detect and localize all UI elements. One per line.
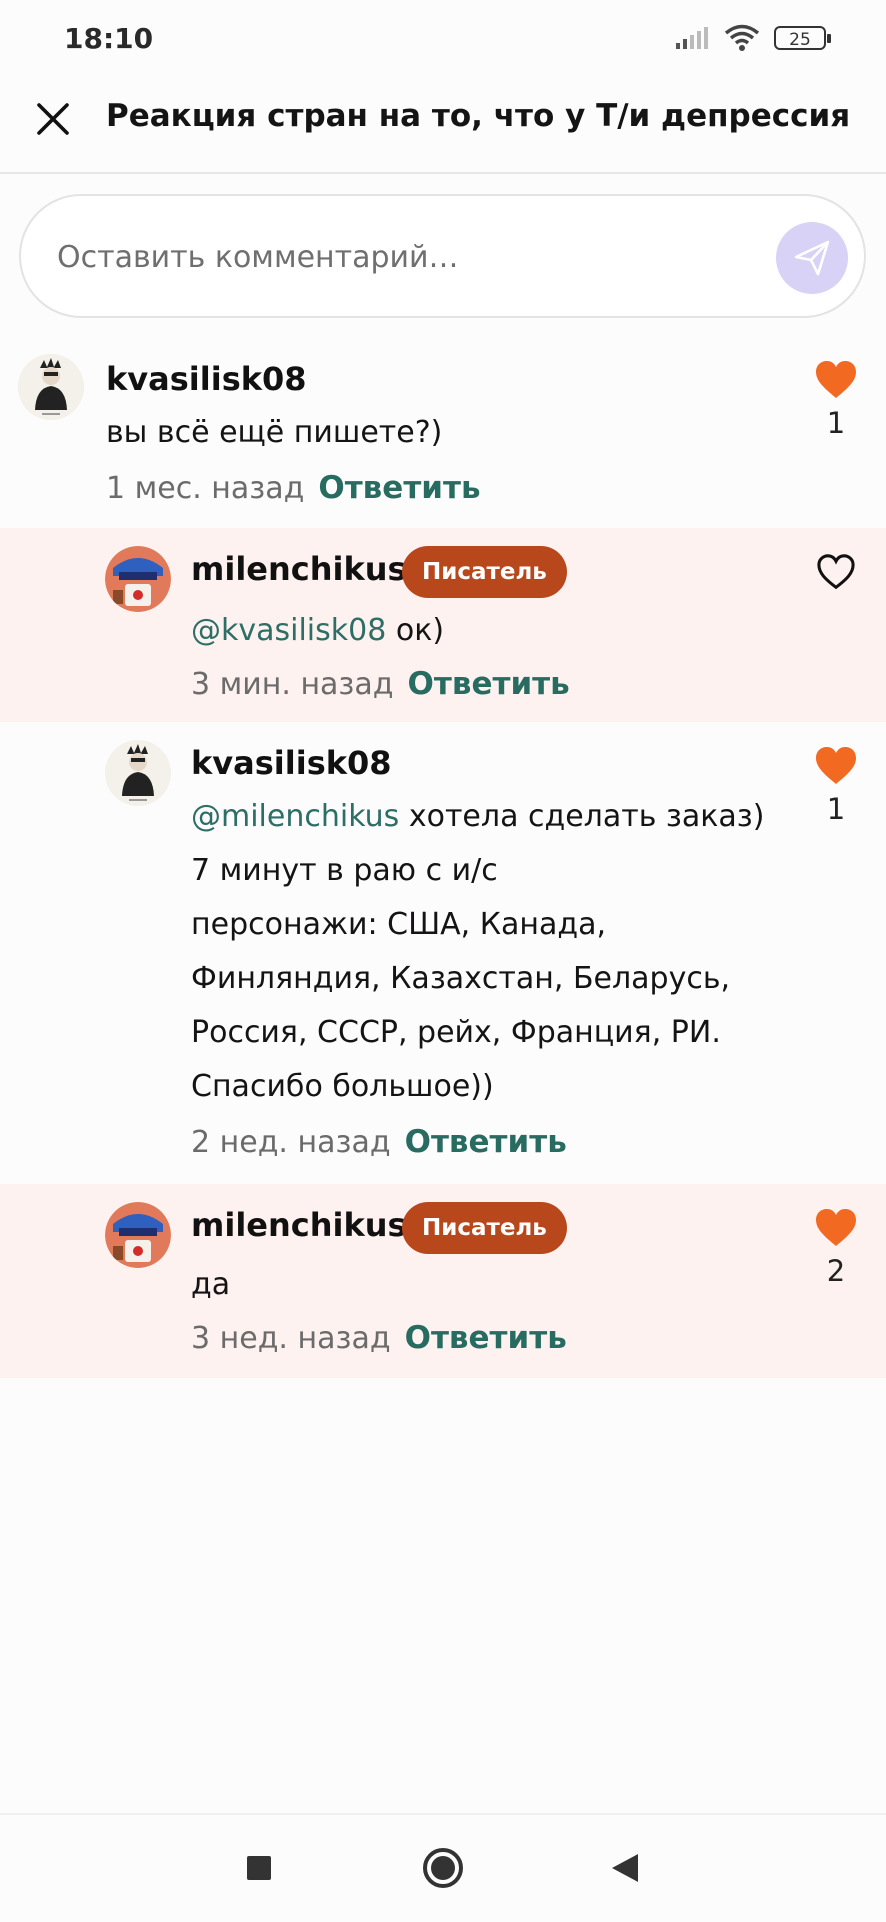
comment-meta: 2 нед. назад Ответить [191, 1124, 567, 1160]
like-count: 2 [826, 1254, 846, 1288]
comment-time: 2 нед. назад [191, 1125, 391, 1160]
nav-back-icon [612, 1854, 638, 1882]
comment-line: персонажи: США, Канада, [191, 907, 607, 942]
comment-text: @milenchikus хотела сделать заказ) 7 мин… [191, 790, 791, 1114]
comment-time: 3 нед. назад [191, 1321, 391, 1356]
avatar[interactable] [18, 354, 84, 420]
avatar[interactable] [105, 1202, 171, 1268]
close-button[interactable] [30, 96, 76, 142]
battery-indicator: 25 [774, 26, 831, 50]
comment-username[interactable]: kvasilisk08 [191, 744, 392, 782]
home-button[interactable] [416, 1841, 470, 1895]
nav-square-icon [247, 1856, 271, 1880]
avatar-image [105, 1202, 171, 1268]
recent-apps-button[interactable] [232, 1841, 286, 1895]
like-count: 1 [826, 406, 846, 440]
back-button[interactable] [598, 1841, 652, 1895]
avatar[interactable] [105, 546, 171, 612]
close-icon [37, 103, 69, 135]
send-button[interactable] [776, 222, 848, 294]
comment-username[interactable]: milenchikus [191, 550, 407, 588]
comment-box [19, 194, 866, 318]
signal-icon [676, 27, 708, 49]
mention-link[interactable]: @milenchikus [191, 799, 399, 834]
reply-button[interactable]: Ответить [405, 1320, 567, 1356]
comment-item: kvasilisk08 вы всё ещё пишете?) 1 мес. н… [0, 340, 886, 528]
comment-text-body: вы всё ещё пишете?) [106, 415, 443, 450]
writer-badge: Писатель [402, 1202, 567, 1254]
comment-text: вы всё ещё пишете?) [106, 406, 442, 460]
wifi-icon [724, 24, 760, 51]
comment-time: 1 мес. назад [106, 471, 305, 506]
reply-button[interactable]: Ответить [405, 1124, 567, 1160]
heart-filled-icon[interactable] [814, 746, 858, 786]
reply-button[interactable]: Ответить [408, 666, 570, 702]
page-title: Реакция стран на то, что у Т/и депрессия [106, 98, 851, 134]
comment-line: Финляндия, Казахстан, Беларусь, [191, 961, 731, 996]
comment-meta: 1 мес. назад Ответить [106, 470, 481, 506]
comment-item: kvasilisk08 @milenchikus хотела сделать … [0, 722, 886, 1184]
status-icons: 25 [674, 24, 831, 52]
comment-line: Спасибо большое)) [191, 1069, 494, 1104]
status-time: 18:10 [64, 22, 154, 55]
avatar-image [105, 740, 171, 806]
avatar-image [18, 354, 84, 420]
like-control: 1 [806, 360, 866, 440]
like-control: 2 [806, 1208, 866, 1288]
status-bar: 18:10 25 [0, 0, 886, 80]
comment-username[interactable]: milenchikus [191, 1206, 407, 1244]
like-control [806, 554, 866, 596]
header: Реакция стран на то, что у Т/и депрессия [0, 80, 886, 174]
comment-text-body: да [191, 1267, 231, 1302]
send-icon [794, 240, 830, 276]
writer-badge: Писатель [402, 546, 567, 598]
avatar-image [105, 546, 171, 612]
comment-time: 3 мин. назад [191, 667, 394, 702]
comment-text-body: хотела сделать заказ) [399, 799, 765, 834]
heart-filled-icon[interactable] [814, 360, 858, 400]
comment-input[interactable] [55, 232, 759, 282]
avatar[interactable] [105, 740, 171, 806]
comment-username[interactable]: kvasilisk08 [106, 360, 307, 398]
comment-meta: 3 мин. назад Ответить [191, 666, 570, 702]
system-nav-bar [0, 1813, 886, 1922]
nav-home-icon [423, 1848, 463, 1888]
comment-line: Россия, СССР, рейх, Франция, РИ. [191, 1015, 721, 1050]
comment-item: milenchikus Писатель @kvasilisk08 ок) 3 … [0, 528, 886, 722]
comment-text-body: ок) [386, 613, 445, 648]
comment-text: @kvasilisk08 ок) [191, 604, 444, 658]
heart-outline-icon[interactable] [816, 554, 856, 590]
mention-link[interactable]: @kvasilisk08 [191, 613, 386, 648]
like-count: 1 [826, 792, 846, 826]
like-control: 1 [806, 746, 866, 826]
comment-text: да [191, 1258, 230, 1312]
comment-line: 7 минут в раю с и/с [191, 853, 498, 888]
comment-meta: 3 нед. назад Ответить [191, 1320, 567, 1356]
comment-item: milenchikus Писатель да 3 нед. назад Отве… [0, 1184, 886, 1378]
heart-filled-icon[interactable] [814, 1208, 858, 1248]
reply-button[interactable]: Ответить [318, 470, 480, 506]
comment-line: @milenchikus хотела сделать заказ) [191, 790, 791, 844]
